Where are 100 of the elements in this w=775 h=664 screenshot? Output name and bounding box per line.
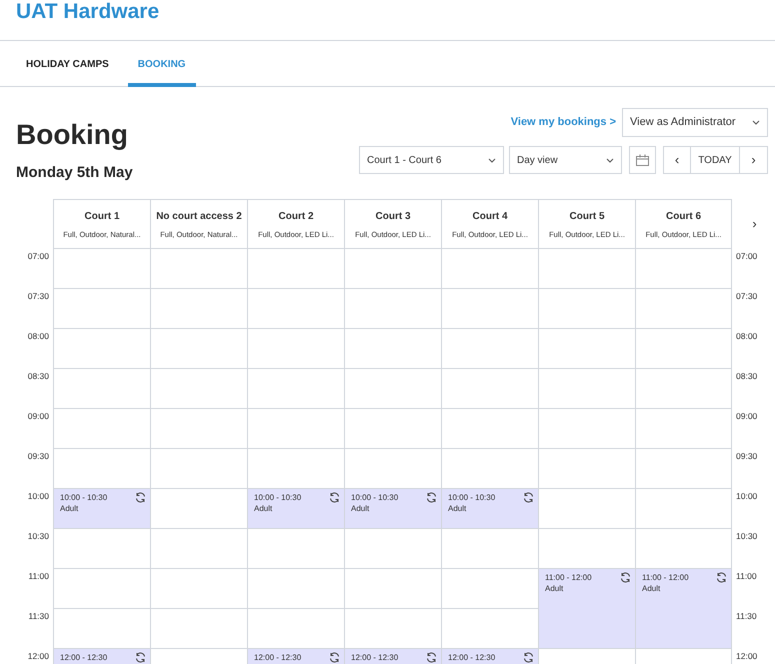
- empty-slot[interactable]: [53, 568, 150, 608]
- empty-slot[interactable]: [53, 288, 150, 328]
- time-label: 07:00: [28, 250, 49, 262]
- empty-slot[interactable]: [247, 248, 344, 288]
- empty-slot[interactable]: [53, 248, 150, 288]
- booking-block[interactable]: 12:00 - 12:30: [441, 648, 538, 664]
- court-range-select[interactable]: Court 1 - Court 6: [359, 146, 504, 174]
- empty-slot[interactable]: [441, 408, 538, 448]
- booking-block[interactable]: 12:00 - 12:30: [344, 648, 441, 664]
- empty-slot[interactable]: [150, 568, 247, 608]
- empty-slot[interactable]: [441, 528, 538, 568]
- time-label: 11:30: [28, 610, 49, 622]
- empty-slot[interactable]: [344, 568, 441, 608]
- booking-time: 12:00 - 12:30: [351, 652, 398, 662]
- empty-slot[interactable]: [635, 328, 732, 368]
- empty-slot[interactable]: [441, 248, 538, 288]
- booking-type: Adult: [448, 502, 466, 514]
- booking-block[interactable]: 12:00 - 12:30: [53, 648, 150, 664]
- time-label: 09:00: [28, 410, 49, 422]
- my-bookings-link[interactable]: View my bookings >: [510, 114, 616, 131]
- next-courts-button[interactable]: ›: [752, 214, 757, 234]
- booking-block[interactable]: 10:00 - 10:30 Adult: [441, 488, 538, 528]
- empty-slot[interactable]: [538, 368, 635, 408]
- booking-block[interactable]: 10:00 - 10:30 Adult: [53, 488, 150, 528]
- empty-slot[interactable]: [53, 528, 150, 568]
- empty-slot[interactable]: [344, 328, 441, 368]
- view-as-select[interactable]: View as Administrator: [622, 108, 768, 137]
- empty-slot[interactable]: [150, 368, 247, 408]
- booking-type: Adult: [545, 582, 564, 594]
- booking-block[interactable]: 10:00 - 10:30 Adult: [247, 488, 344, 528]
- empty-slot[interactable]: [344, 528, 441, 568]
- time-label: 10:00: [28, 490, 49, 502]
- empty-slot[interactable]: [247, 368, 344, 408]
- empty-slot[interactable]: [53, 328, 150, 368]
- empty-slot[interactable]: [635, 408, 732, 448]
- empty-slot[interactable]: [53, 368, 150, 408]
- time-label: 11:30: [736, 610, 757, 622]
- site-title: UAT Hardware: [16, 0, 160, 23]
- empty-slot[interactable]: [635, 448, 732, 488]
- empty-slot[interactable]: [344, 288, 441, 328]
- view-mode-select[interactable]: Day view: [509, 146, 622, 174]
- booking-time: 12:00 - 12:30: [60, 652, 108, 662]
- next-day-button[interactable]: ›: [740, 147, 767, 173]
- empty-slot[interactable]: [635, 368, 732, 408]
- empty-slot[interactable]: [150, 408, 247, 448]
- empty-slot[interactable]: [441, 328, 538, 368]
- booking-time: 10:00 - 10:30: [351, 492, 398, 502]
- chevron-down-icon: [488, 158, 496, 162]
- empty-slot[interactable]: [247, 288, 344, 328]
- today-button[interactable]: TODAY: [691, 147, 740, 173]
- empty-slot[interactable]: [150, 288, 247, 328]
- empty-slot[interactable]: [441, 288, 538, 328]
- empty-slot[interactable]: [635, 248, 732, 288]
- previous-day-button[interactable]: ‹: [664, 147, 691, 173]
- empty-slot[interactable]: [538, 408, 635, 448]
- time-label: 08:30: [736, 370, 758, 382]
- empty-slot[interactable]: [247, 328, 344, 368]
- booking-block[interactable]: 12:00 - 12:30: [247, 648, 344, 664]
- calendar-icon: [636, 154, 649, 166]
- nav-tab[interactable]: HOLIDAY CAMPS: [16, 41, 119, 87]
- empty-slot[interactable]: [344, 408, 441, 448]
- court-name: Court 6: [666, 210, 701, 224]
- booking-block[interactable]: 11:00 - 12:00 Adult: [635, 568, 732, 648]
- empty-slot[interactable]: [538, 448, 635, 488]
- booking-block[interactable]: 10:00 - 10:30 Adult: [344, 488, 441, 528]
- booking-time: 12:00 - 12:30: [448, 652, 496, 662]
- time-label: 10:30: [736, 530, 758, 542]
- empty-slot[interactable]: [441, 368, 538, 408]
- booking-time: 12:00 - 12:30: [254, 652, 302, 662]
- empty-slot[interactable]: [150, 528, 247, 568]
- calendar-button[interactable]: [629, 146, 656, 174]
- empty-slot[interactable]: [344, 368, 441, 408]
- repeat-icon: [135, 492, 146, 502]
- empty-slot[interactable]: [538, 288, 635, 328]
- empty-slot[interactable]: [247, 528, 344, 568]
- empty-slot[interactable]: [538, 248, 635, 288]
- booking-type: Adult: [60, 502, 78, 514]
- empty-slot[interactable]: [635, 288, 732, 328]
- empty-slot[interactable]: [150, 448, 247, 488]
- empty-slot[interactable]: [344, 248, 441, 288]
- empty-slot[interactable]: [635, 488, 732, 528]
- time-label: 09:30: [736, 450, 758, 462]
- booking-block[interactable]: 11:00 - 12:00 Adult: [538, 568, 635, 648]
- time-label: 07:00: [736, 250, 758, 262]
- repeat-icon: [620, 572, 631, 582]
- court-name: Court 5: [570, 210, 604, 224]
- empty-slot[interactable]: [150, 248, 247, 288]
- empty-slot[interactable]: [53, 408, 150, 448]
- time-label: 09:30: [28, 450, 49, 462]
- empty-slot[interactable]: [247, 568, 344, 608]
- empty-slot[interactable]: [247, 408, 344, 448]
- empty-slot[interactable]: [538, 328, 635, 368]
- empty-slot[interactable]: [150, 608, 247, 648]
- repeat-icon: [426, 492, 437, 502]
- time-label: 10:30: [28, 530, 49, 542]
- empty-slot[interactable]: [150, 328, 247, 368]
- repeat-icon: [716, 572, 727, 582]
- chevron-down-icon: [606, 158, 614, 162]
- nav-tab[interactable]: BOOKING: [128, 41, 196, 87]
- booking-time: 10:00 - 10:30: [448, 492, 496, 502]
